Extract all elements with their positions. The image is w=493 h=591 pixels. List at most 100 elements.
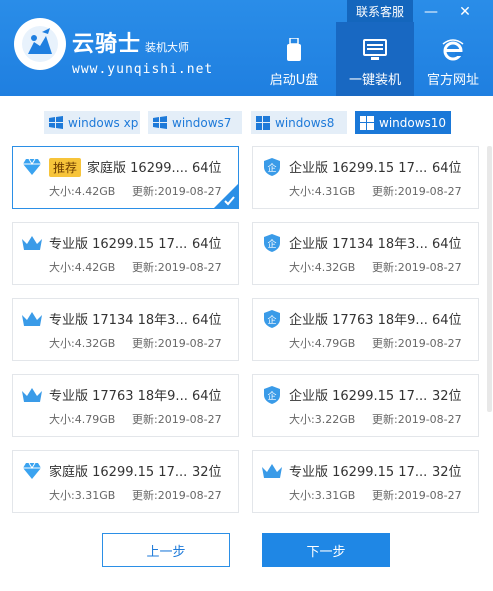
system-date: 更新:2019-08-27 — [372, 413, 462, 426]
scrollbar[interactable] — [487, 146, 492, 412]
tab-windows-7[interactable]: windows7 — [148, 111, 242, 134]
system-size: 大小:4.42GB — [49, 261, 116, 274]
system-size: 大小:4.32GB — [289, 261, 356, 274]
system-title: 专业版 16299.15 17... — [289, 461, 427, 480]
system-card[interactable]: 企 企业版 17134 18年3... 64位 大小:4.32GB 更新:2019-08… — [252, 222, 479, 285]
nav-tab-install[interactable]: 一键装机 — [336, 22, 414, 96]
shield-icon: 企 — [261, 385, 283, 405]
system-title: 家庭版 16299.15 17... — [49, 461, 187, 480]
system-bits: 64位 — [192, 389, 222, 404]
system-title-text: 专业版 16299.15 17... — [49, 237, 188, 252]
system-card[interactable]: 企 企业版 17763 18年9... 64位大小:4.79GB 更新:2019-08… — [252, 298, 479, 361]
svg-text:企: 企 — [267, 390, 276, 402]
system-title: 企业版 17763 18年9... — [289, 309, 428, 328]
system-date: 更新:2019-08-27 — [132, 185, 222, 198]
system-size: 大小:4.79GB — [49, 413, 116, 426]
system-bits: 64位 — [432, 313, 462, 328]
system-date: 更新:2019-08-27 — [132, 261, 222, 274]
system-card[interactable]: 专业版 16299.15 17... 64位大小:4.42GB 更新:2019-08… — [12, 222, 239, 285]
system-card[interactable]: 专业版 16299.15 17... 32位 大小:3.31GB 更新:2019-08… — [252, 450, 479, 513]
system-bits: 64位 — [432, 161, 462, 176]
system-date: 更新:2019-08-27 — [372, 337, 462, 350]
prev-step-button[interactable]: 上一步 — [102, 533, 230, 567]
system-bits: 64位 — [432, 237, 462, 252]
system-title-text: 专业版 17763 18年9... — [49, 389, 188, 404]
brand-name: 云骑士 — [72, 31, 142, 57]
system-title-text: 专业版 17134 18年3... — [49, 313, 188, 328]
nav-tab-label: 官方网址 — [426, 73, 479, 88]
system-date: 更新:2019-08-27 — [372, 185, 462, 198]
system-title-text: 家庭版 16299.15 17... — [49, 465, 188, 480]
next-step-button[interactable]: 下一步 — [262, 533, 390, 567]
system-title: 企业版 17134 18年3... — [289, 233, 428, 252]
tab-label: windows8 — [275, 115, 335, 130]
crown-icon — [21, 309, 43, 329]
system-date: 更新:2019-08-27 — [372, 489, 462, 502]
tab-windows-10[interactable]: windows10 — [355, 111, 451, 134]
tab-windows-xp[interactable]: windows xp — [44, 111, 140, 134]
system-card[interactable]: 企 企业版 16299.15 17... 64位大小:4.31GB 更新:2019-0… — [252, 146, 479, 209]
system-title: 企业版 16299.15 17... — [289, 157, 427, 176]
system-title-text: 企业版 17134 18年3... — [289, 237, 428, 252]
windows-flag-icon — [152, 115, 168, 131]
system-title-text: 企业版 16299.15 17... — [289, 389, 428, 404]
windows-tiles-icon — [359, 115, 375, 131]
tab-label: windows10 — [379, 115, 447, 130]
system-bits: 32位 — [432, 389, 462, 404]
computer-icon — [363, 38, 387, 62]
shield-icon: 企 — [261, 157, 283, 177]
tab-label: windows xp — [68, 115, 139, 130]
brand-subtitle: 装机大师 — [145, 41, 190, 54]
system-card[interactable]: 家庭版 16299.15 17... 32位大小:3.31GB 更新:2019-08… — [12, 450, 239, 513]
close-icon[interactable]: ✕ — [454, 2, 476, 22]
system-date: 更新:2019-08-27 — [132, 337, 222, 350]
nav-tab-usb[interactable]: 启动U盘 — [255, 22, 333, 96]
selected-check-icon — [214, 184, 238, 208]
system-title-text: 家庭版 16299.... — [87, 161, 189, 176]
minimize-icon[interactable]: — — [420, 2, 442, 22]
support-button[interactable]: 联系客服 — [347, 0, 413, 22]
system-size: 大小:3.31GB — [49, 489, 116, 502]
system-bits: 32位 — [192, 465, 222, 480]
system-card[interactable]: 专业版 17763 18年9... 64位 大小:4.79GB 更新:2019-08-… — [12, 374, 239, 437]
windows-tiles-icon — [255, 115, 271, 131]
brand-block: 云骑士 装机大师 www.yunqishi.net — [72, 26, 213, 77]
system-card[interactable]: 推荐 家庭版 16299.... 64位大小:4.42GB 更新:2019-08-27 — [12, 146, 239, 209]
system-title-text: 专业版 16299.15 17... — [289, 465, 428, 480]
svg-text:企: 企 — [267, 162, 276, 174]
shield-icon: 企 — [261, 309, 283, 329]
system-title-text: 企业版 17763 18年9... — [289, 313, 428, 328]
usb-icon — [282, 38, 306, 62]
system-size: 大小:4.79GB — [289, 337, 356, 350]
recommended-badge: 推荐 — [49, 158, 82, 177]
system-size: 大小:4.32GB — [49, 337, 116, 350]
svg-text:企: 企 — [267, 314, 276, 326]
diamond-icon — [21, 157, 43, 177]
nav-tab-label: 一键装机 — [348, 73, 401, 88]
nav-tab-website[interactable]: 官方网址 — [414, 22, 492, 96]
system-size: 大小:3.22GB — [289, 413, 356, 426]
system-bits: 64位 — [192, 237, 222, 252]
crown-icon — [21, 233, 43, 253]
shield-icon: 企 — [261, 233, 283, 253]
system-bits: 32位 — [432, 465, 462, 480]
svg-text:企: 企 — [267, 238, 276, 250]
ie-browser-icon — [441, 38, 465, 62]
system-bits: 64位 — [192, 161, 222, 176]
crown-icon — [261, 461, 283, 481]
system-size: 大小:4.31GB — [289, 185, 356, 198]
brand-url: www.yunqishi.net — [72, 62, 214, 77]
system-title-text: 企业版 16299.15 17... — [289, 161, 428, 176]
tab-label: windows7 — [172, 115, 232, 130]
knight-logo-icon — [14, 18, 66, 70]
diamond-icon — [21, 461, 43, 481]
tab-windows-8[interactable]: windows8 — [251, 111, 347, 134]
nav-tab-label: 启动U盘 — [269, 73, 319, 88]
system-card[interactable]: 专业版 17134 18年3... 64位 大小:4.32GB 更新:2019-08-… — [12, 298, 239, 361]
app-header: 云骑士 装机大师 www.yunqishi.net 联系客服 — ✕ 启动U盘 一… — [0, 0, 493, 96]
windows-flag-icon — [48, 115, 64, 131]
system-size: 大小:4.42GB — [49, 185, 116, 198]
system-date: 更新:2019-08-27 — [132, 489, 222, 502]
system-card[interactable]: 企 企业版 16299.15 17... 32位大小:3.22GB 更新:2019-0… — [252, 374, 479, 437]
crown-icon — [21, 385, 43, 405]
